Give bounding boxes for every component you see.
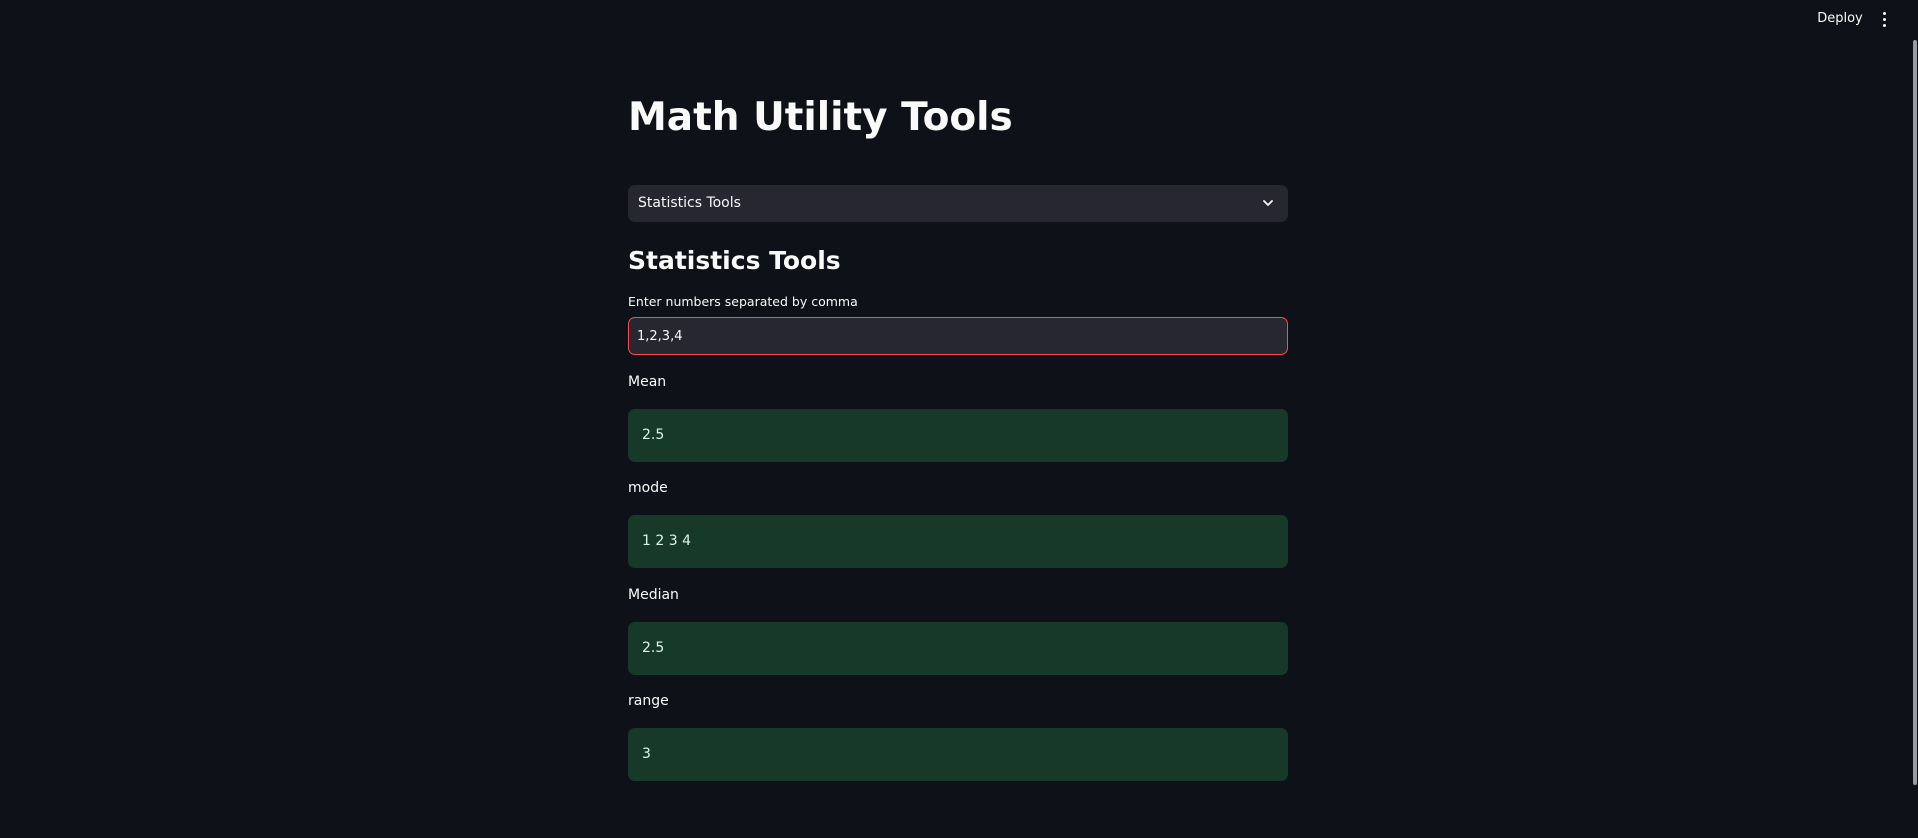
scrollbar-thumb[interactable] — [1913, 40, 1917, 785]
median-label: Median — [628, 587, 679, 603]
mode-result-box: 1 2 3 4 — [628, 515, 1288, 568]
median-result-box: 2.5 — [628, 622, 1288, 675]
section-heading: Statistics Tools — [628, 246, 841, 275]
page-title: Math Utility Tools — [628, 95, 1013, 140]
range-label: range — [628, 693, 669, 709]
chevron-down-icon — [1263, 200, 1273, 206]
range-result-box: 3 — [628, 728, 1288, 781]
median-value: 2.5 — [642, 640, 665, 656]
app-root: Deploy Math Utility Tools Statistics Too… — [0, 0, 1918, 838]
numbers-input-label: Enter numbers separated by comma — [628, 294, 858, 309]
scrollbar[interactable] — [1912, 0, 1918, 838]
mean-label: Mean — [628, 374, 667, 390]
mode-label: mode — [628, 480, 668, 496]
kebab-menu-icon[interactable] — [1874, 8, 1894, 30]
range-value: 3 — [642, 746, 651, 762]
mean-value: 2.5 — [642, 427, 665, 443]
mean-result-box: 2.5 — [628, 409, 1288, 462]
tool-selectbox[interactable]: Statistics Tools — [628, 185, 1288, 222]
tool-select-value: Statistics Tools — [638, 195, 741, 211]
mode-value: 1 2 3 4 — [642, 533, 691, 549]
numbers-input[interactable] — [628, 317, 1288, 355]
deploy-button[interactable]: Deploy — [1810, 9, 1870, 29]
